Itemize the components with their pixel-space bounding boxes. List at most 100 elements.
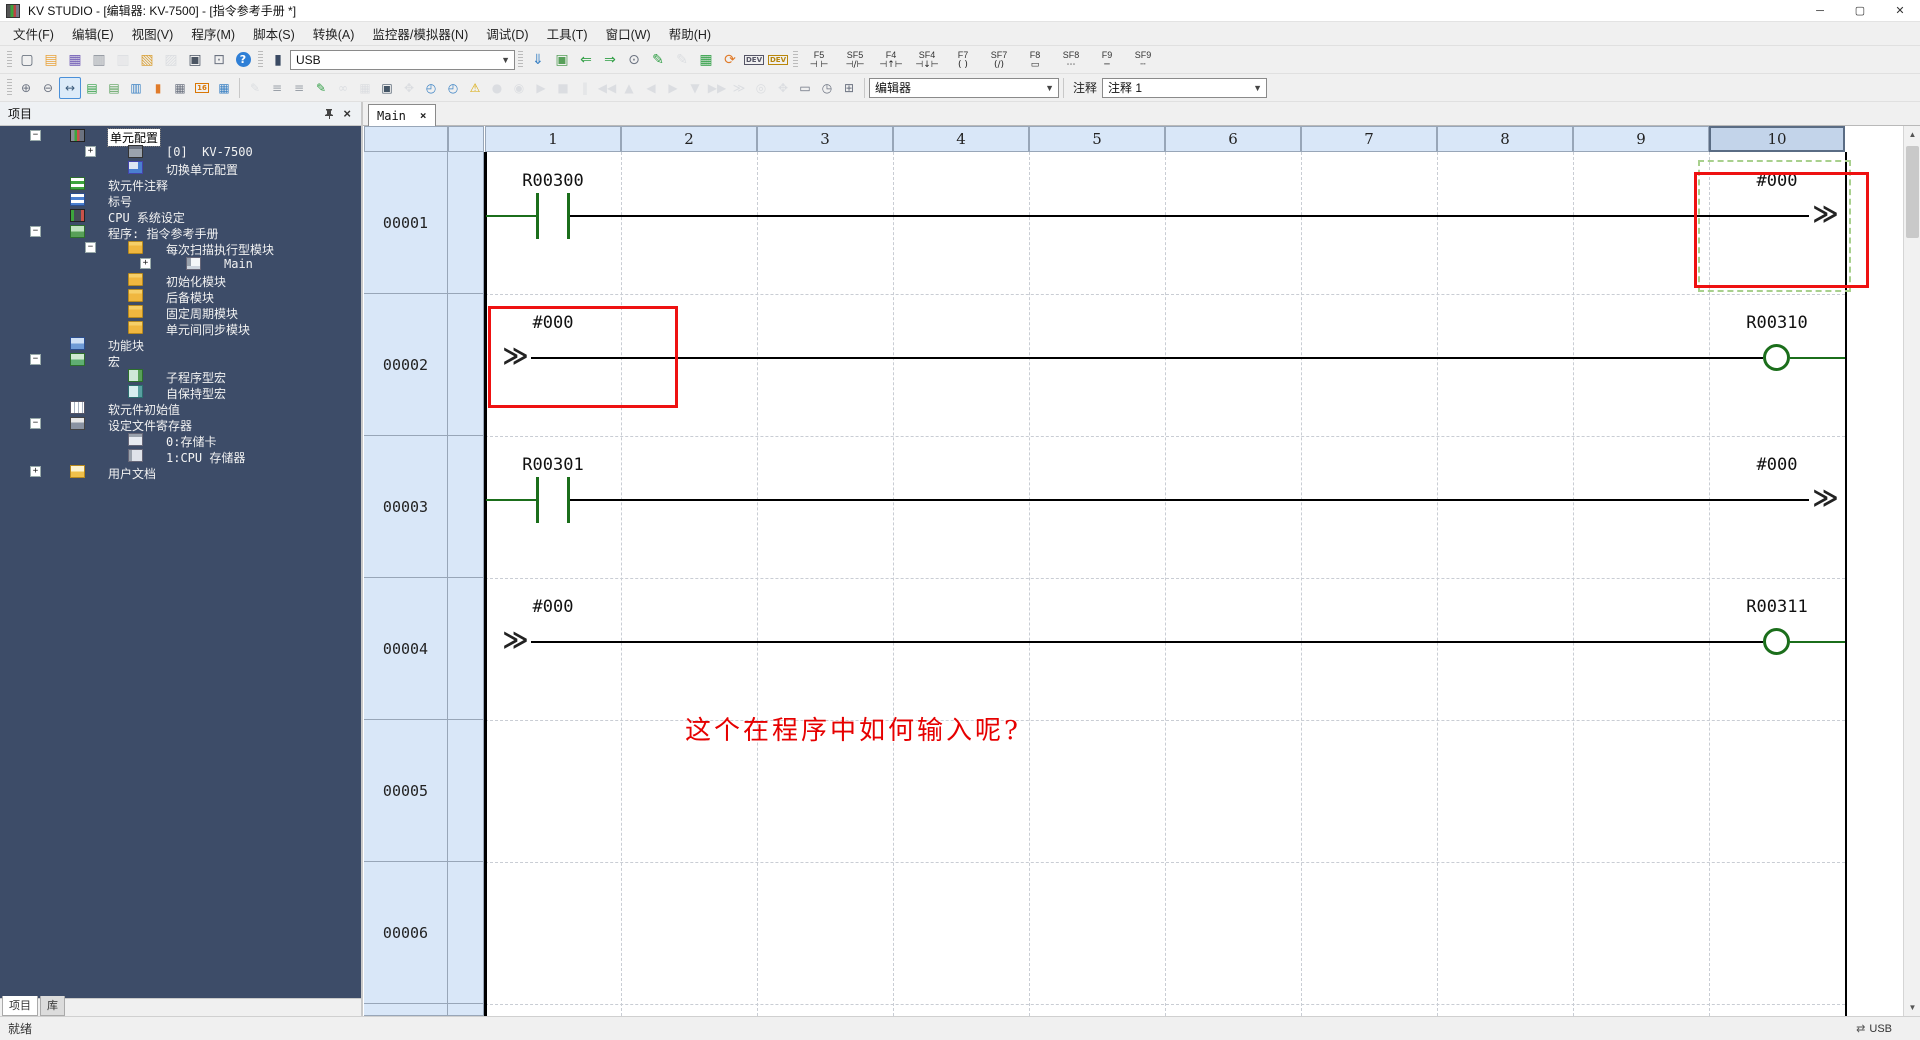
write-to-plc-icon[interactable]: ⇒ [598,49,622,71]
tree-expander-plus-icon[interactable]: + [85,146,96,157]
wrap-start-icon[interactable]: ≫ [497,626,531,656]
scroll-down-icon[interactable]: ▼ [1904,999,1920,1016]
tab-main[interactable]: Main × [368,104,436,126]
rung-number-cell[interactable]: 00003 [364,436,448,578]
online-edit-pen-icon[interactable]: ✎ [310,77,332,99]
tree-item-17[interactable]: 自保持型宏 [0,384,361,401]
plc-write-pen-icon[interactable]: ▣ [376,77,398,99]
tree-item-5[interactable]: 标号 [0,192,361,209]
device-usage-list-icon[interactable]: ▦ [169,77,191,99]
tree-expander-minus-icon[interactable]: − [30,130,41,141]
column-header-1[interactable]: 1 [485,126,621,152]
tree-item-3[interactable]: 切换单元配置 [0,160,361,177]
instruction-reference-icon[interactable]: ▮ [147,77,169,99]
menu-T[interactable]: 工具(T) [538,21,597,46]
open-project-icon[interactable]: ▤ [39,49,63,71]
output-coil[interactable] [1763,344,1790,371]
online-edit-start-icon[interactable]: ✎ [646,49,670,71]
rung-number-cell[interactable]: 00001 [364,152,448,294]
column-header-8[interactable]: 8 [1437,126,1573,152]
pin-icon[interactable] [324,108,335,119]
zoom-in-icon[interactable]: ⊕ [15,77,37,99]
rung-number-cell[interactable]: 00006 [364,862,448,1004]
import-file-icon[interactable]: ▧ [135,49,159,71]
fkey-sf5-button[interactable]: SF5 ⊣∕⊢ [838,47,872,72]
output-coil[interactable] [1763,628,1790,655]
tree-item-15[interactable]: − 宏 [0,352,361,369]
dev-monitor-icon[interactable]: DEV [742,49,766,71]
clock-1200-icon[interactable]: ⊞ [838,77,860,99]
tree-item-13[interactable]: 单元间同步模块 [0,320,361,337]
tab-close-icon[interactable]: × [420,109,427,122]
watch-window-2-icon[interactable]: ≡ [288,77,310,99]
scrollbar-thumb[interactable] [1906,146,1919,238]
tree-item-11[interactable]: 后备模块 [0,288,361,305]
zoom-out-icon[interactable]: ⊖ [37,77,59,99]
column-header-4[interactable]: 4 [893,126,1029,152]
tree-item-6[interactable]: CPU 系统设定 [0,208,361,225]
tree-expander-plus-icon[interactable]: + [140,258,151,269]
stopwatch-add-icon[interactable]: ◴ [442,77,464,99]
menu-W[interactable]: 窗口(W) [597,21,660,46]
fkey-sf9-button[interactable]: SF9 ┄ [1126,47,1160,72]
contact-bar-left[interactable] [536,477,539,523]
fit-width-icon[interactable]: ↔ [59,76,81,99]
tree-item-22[interactable]: + 用户文档 [0,464,361,481]
device-monitor-16-icon[interactable]: 16 [191,77,213,99]
tree-item-18[interactable]: 软元件初始值 [0,400,361,417]
menu-E[interactable]: 编辑(E) [63,21,123,46]
tree-expander-minus-icon[interactable]: − [30,354,41,365]
column-header-6[interactable]: 6 [1165,126,1301,152]
tree-item-20[interactable]: 0:存储卡 [0,432,361,449]
tree-item-19[interactable]: − 设定文件寄存器 [0,416,361,433]
tree-expander-minus-icon[interactable]: − [30,226,41,237]
column-header-9[interactable]: 9 [1573,126,1709,152]
communication-unit-icon[interactable]: ▮ [266,49,290,71]
fkey-f5-button[interactable]: F5 ⊣ ⊢ [802,47,836,72]
editor-mode-combo[interactable]: 编辑器 ▼ [869,77,1059,98]
scroll-up-icon[interactable]: ▲ [1904,126,1920,143]
comm-port-combo[interactable]: USB ▼ [290,49,515,70]
menu-M[interactable]: 程序(M) [182,21,244,46]
fkey-f9-button[interactable]: F9 ─ [1090,47,1124,72]
rung-number-cell[interactable]: 00005 [364,720,448,862]
column-header-3[interactable]: 3 [757,126,893,152]
plc-transfer-icon[interactable]: ▣ [550,49,574,71]
contact-bar-left[interactable] [536,193,539,239]
verify-plc-icon[interactable]: ⊙ [622,49,646,71]
tree-item-12[interactable]: 固定周期模块 [0,304,361,321]
fkey-f4-button[interactable]: F4 ⊣↑⊢ [874,47,908,72]
comment-set-combo[interactable]: 注释 1 ▼ [1102,77,1268,98]
menu-V[interactable]: 视图(V) [123,21,183,46]
dev-window-icon[interactable]: DEV [766,49,790,71]
split-window-top-icon[interactable]: ▤ [103,77,125,99]
fkey-sf4-button[interactable]: SF4 ⊣↓⊢ [910,47,944,72]
fkey-f8-button[interactable]: F8 ▭ [1018,47,1052,72]
print-icon[interactable]: ▣ [183,49,207,71]
fkey-sf7-button[interactable]: SF7 (∕) [982,47,1016,72]
menu-S[interactable]: 脚本(S) [244,21,304,46]
menu-D[interactable]: 调试(D) [477,21,537,46]
monitor-screen-icon[interactable]: ▭ [794,77,816,99]
timer-watch-icon[interactable]: ◷ [816,77,838,99]
menu-H[interactable]: 帮助(H) [660,21,720,46]
tree-item-1[interactable]: − 单元配置 [0,128,361,147]
tree-item-7[interactable]: − 程序: 指令参考手册 [0,224,361,241]
close-button[interactable]: ✕ [1880,0,1920,22]
rung-number-cell[interactable]: 00002 [364,294,448,436]
tree-item-4[interactable]: 软元件注释 [0,176,361,193]
tree-item-8[interactable]: − 每次扫描执行型模块 [0,240,361,257]
ladder-grid[interactable]: 1 2 3 4 5 6 7 8 9 10 00001 00002 00003 00004 00005 0000… [363,126,1920,1016]
rung-number-cell[interactable]: 00004 [364,578,448,720]
column-header-7[interactable]: 7 [1301,126,1437,152]
stopwatch-set-icon[interactable]: ◴ [420,77,442,99]
split-window-bottom-icon[interactable]: ▥ [125,77,147,99]
print-preview-icon[interactable]: ⊡ [207,49,231,71]
minimize-button[interactable]: ─ [1800,0,1840,22]
vertical-scrollbar[interactable]: ▲ ▼ [1903,126,1920,1016]
tree-item-16[interactable]: 子程序型宏 [0,368,361,385]
new-project-icon[interactable]: ▢ [15,49,39,71]
menu-A[interactable]: 转换(A) [304,21,364,46]
watch-window-1-icon[interactable]: ≡ [266,77,288,99]
ladder-window-icon[interactable]: ▤ [81,77,103,99]
